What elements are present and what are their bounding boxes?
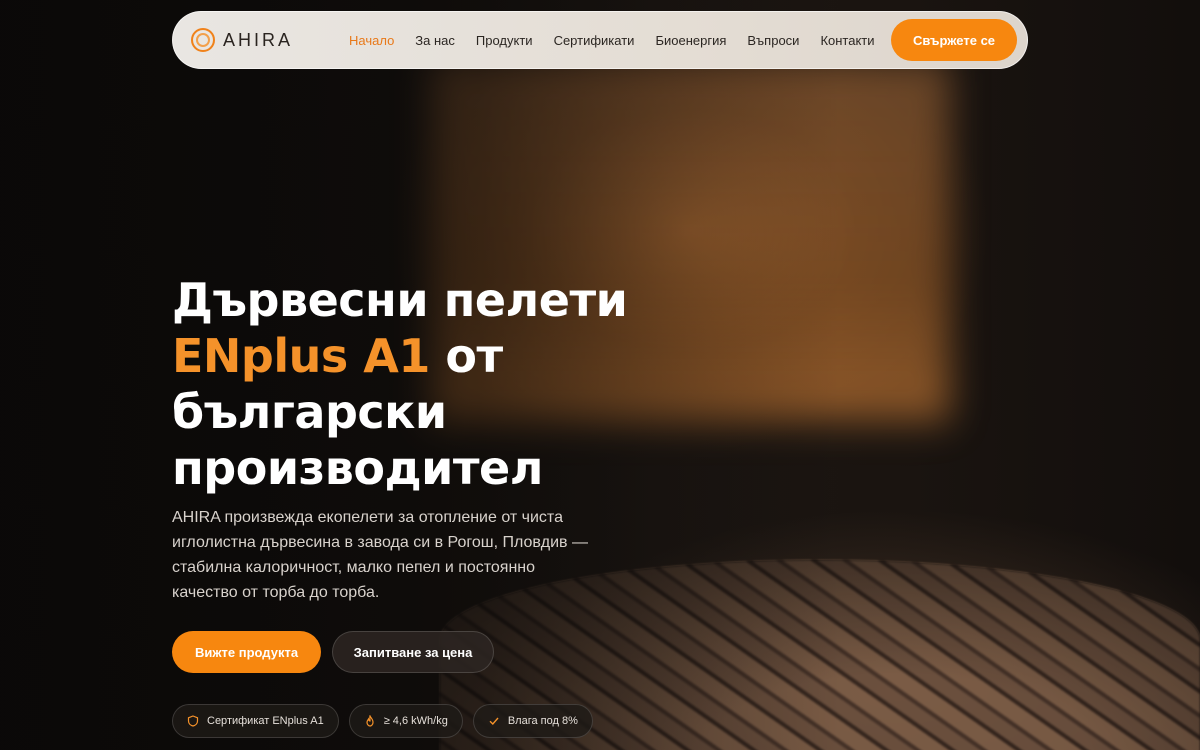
hero-title: Дървесни пелети ENplus A1 от български п… bbox=[172, 272, 692, 496]
contact-button[interactable]: Свържете се bbox=[891, 19, 1017, 61]
hero-title-line1: Дървесни пелети bbox=[172, 273, 628, 327]
nav-item-certificates[interactable]: Сертификати bbox=[554, 33, 635, 48]
nav-item-bioenergy[interactable]: Биоенергия bbox=[655, 33, 726, 48]
feature-badges: Сертификат ENplus A1 ≥ 4,6 kWh/kg Влага … bbox=[172, 704, 593, 738]
nav-item-faq[interactable]: Въпроси bbox=[747, 33, 799, 48]
hero-title-accent: ENplus A1 bbox=[172, 329, 430, 383]
brand-name: AHIRA bbox=[223, 29, 294, 50]
price-inquiry-button[interactable]: Запитване за цена bbox=[332, 631, 494, 673]
nav-item-home[interactable]: Начало bbox=[349, 33, 394, 48]
nav-links: Начало За нас Продукти Сертификати Биоен… bbox=[349, 33, 891, 48]
nav-item-contacts[interactable]: Контакти bbox=[820, 33, 874, 48]
hero-title-after-accent: от bbox=[429, 329, 503, 383]
hero-title-line4: производител bbox=[172, 441, 543, 495]
badge-energy: ≥ 4,6 kWh/kg bbox=[348, 704, 463, 738]
badge-moisture-label: Влага под 8% bbox=[507, 715, 578, 727]
shield-icon bbox=[187, 715, 199, 727]
top-navbar: AHIRA Начало За нас Продукти Сертификати… bbox=[172, 11, 1028, 69]
brand-logo[interactable]: AHIRA bbox=[191, 28, 331, 52]
hero-title-line3: български bbox=[172, 385, 447, 439]
logo-ring-icon bbox=[191, 28, 215, 52]
view-product-button[interactable]: Вижте продукта bbox=[172, 631, 321, 673]
badge-certificate-label: Сертификат ENplus A1 bbox=[207, 715, 324, 727]
nav-item-products[interactable]: Продукти bbox=[476, 33, 533, 48]
hero-description: AHIRA произвежда екопелети за отопление … bbox=[172, 509, 588, 601]
badge-certificate: Сертификат ENplus A1 bbox=[172, 704, 339, 738]
badge-energy-label: ≥ 4,6 kWh/kg bbox=[383, 715, 448, 727]
flame-icon bbox=[364, 715, 376, 727]
badge-moisture: Влага под 8% bbox=[472, 704, 593, 738]
nav-item-about[interactable]: За нас bbox=[415, 33, 455, 48]
check-icon bbox=[488, 715, 500, 727]
